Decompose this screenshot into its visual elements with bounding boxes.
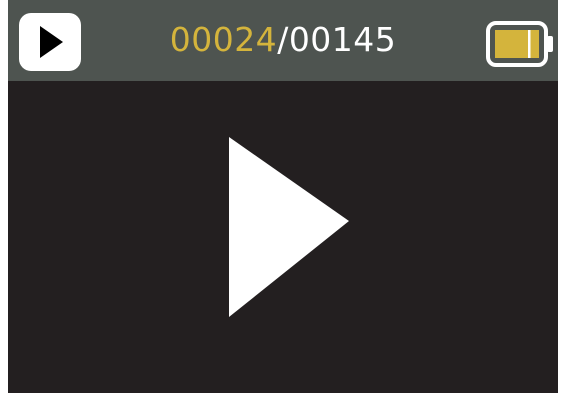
battery-level-fill — [495, 30, 539, 58]
battery-icon — [486, 21, 553, 67]
total-file-count: 00145 — [288, 20, 397, 59]
current-file-number: 00024 — [169, 20, 278, 59]
playback-area[interactable] — [8, 81, 558, 393]
file-counter: 00024/00145 — [8, 20, 558, 60]
counter-separator: / — [277, 20, 289, 59]
device-screen: 00024/00145 — [8, 0, 558, 393]
status-bar: 00024/00145 — [8, 0, 558, 81]
play-icon[interactable] — [229, 137, 359, 317]
